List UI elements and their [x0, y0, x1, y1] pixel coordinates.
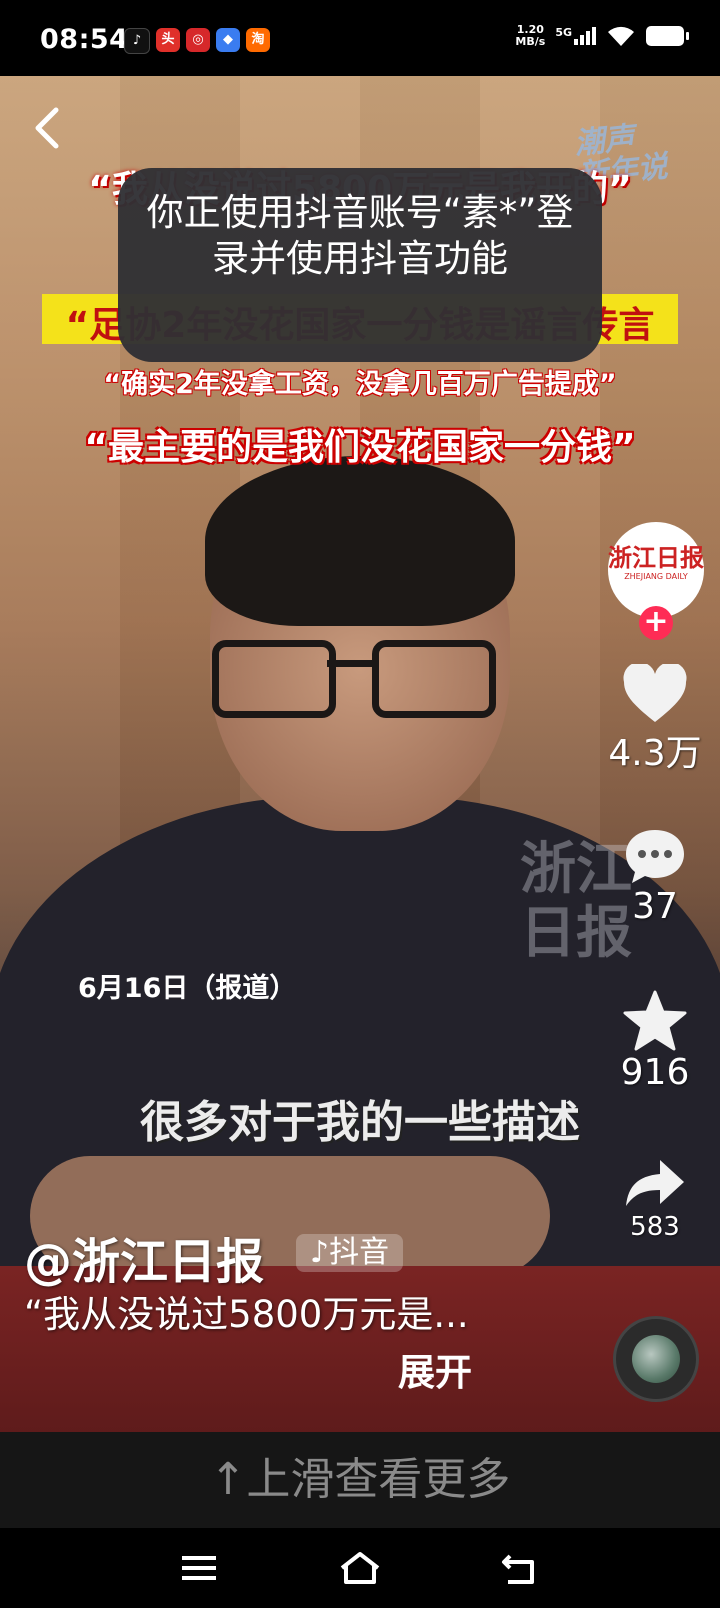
like-button[interactable]: 4.3万	[600, 664, 710, 776]
network-type: 5G	[555, 26, 572, 39]
share-count: 583	[630, 1212, 680, 1242]
news-notification-icon: ◎	[186, 28, 210, 52]
avatar-subtext: ZHEJIANG DAILY	[624, 572, 688, 581]
status-indicators: 1.20 MB/s 5G	[515, 24, 689, 48]
platform-badge-label: 抖音	[329, 1235, 390, 1270]
author-name[interactable]: @浙江日报	[24, 1222, 264, 1292]
platform-badge: ♪抖音	[296, 1234, 404, 1272]
login-toast: 你正使用抖音账号“素*”登录并使用抖音功能	[118, 168, 602, 362]
follow-button[interactable]: +	[639, 606, 673, 640]
heart-icon	[623, 664, 687, 722]
music-disc-cover	[632, 1335, 680, 1383]
video-date-tag: 6月16日（报道）	[78, 973, 297, 1004]
comment-button[interactable]: 37	[600, 826, 710, 927]
home-icon[interactable]	[336, 1548, 384, 1588]
net-speed-unit: MB/s	[515, 35, 546, 48]
avatar-text: 浙江日报	[608, 544, 704, 572]
expand-button[interactable]: 展开	[398, 1342, 472, 1396]
share-button[interactable]: 583	[600, 1156, 710, 1242]
menu-icon[interactable]	[176, 1548, 224, 1588]
favorite-button[interactable]: 916	[600, 990, 710, 1093]
share-icon	[626, 1160, 684, 1206]
status-time: 08:54	[40, 24, 129, 55]
video-caption-4: “最主要的是我们没花国家一分钱”	[84, 427, 636, 468]
wifi-icon	[608, 26, 634, 46]
back-icon[interactable]	[496, 1548, 544, 1588]
douyin-notification-icon: ♪	[124, 28, 150, 54]
notification-icons: ♪ 头 ◎ ◆ 淘	[124, 28, 270, 54]
music-disc[interactable]	[613, 1316, 699, 1402]
douyin-logo-icon: ♪	[310, 1235, 330, 1270]
swipe-up-hint[interactable]: ↑上滑查看更多	[0, 1432, 720, 1528]
system-nav-bar	[0, 1528, 720, 1608]
star-icon	[623, 990, 687, 1051]
like-count: 4.3万	[608, 733, 702, 774]
video-person-glasses	[212, 636, 496, 718]
taobao-notification-icon: 淘	[246, 28, 270, 52]
video-subtitle: 很多对于我的一些描述	[140, 1097, 580, 1148]
favorite-count: 916	[620, 1052, 690, 1093]
post-description[interactable]: “我从没说过5800万元是...	[24, 1290, 484, 1340]
video-person-hair	[205, 456, 515, 626]
toutiao-notification-icon: 头	[156, 28, 180, 52]
video-caption-3: “确实2年没拿工资，没拿几百万广告提成”	[103, 369, 617, 400]
comment-count: 37	[632, 886, 678, 927]
net-speed: 1.20 MB/s	[515, 24, 545, 48]
status-bar: 08:54 ♪ 头 ◎ ◆ 淘 1.20 MB/s 5G	[0, 0, 720, 76]
browser-notification-icon: ◆	[216, 28, 240, 52]
comment-icon	[626, 830, 684, 883]
battery-icon	[646, 26, 689, 46]
back-arrow-icon[interactable]	[28, 104, 68, 152]
cell-signal-icon: 5G	[555, 27, 596, 45]
